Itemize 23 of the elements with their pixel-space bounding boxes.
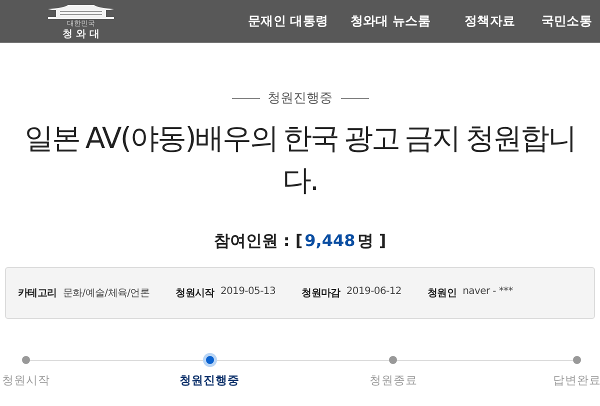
participants-count: 9,448	[304, 231, 356, 250]
nav-link[interactable]: 정책자료	[464, 12, 516, 30]
info-label: 청원마감	[302, 287, 340, 300]
step-label: 청원시작	[2, 373, 50, 388]
info-label: 카테고리	[18, 287, 57, 300]
status-label: 청원진행중	[268, 90, 332, 107]
nav-link[interactable]: 청와대 뉴스룸	[350, 12, 431, 30]
step-label: 답변완료	[552, 373, 600, 388]
participants-label: 참여인원 : [	[214, 231, 303, 250]
step-label: 청원종료	[369, 373, 418, 388]
info-value: naver - ***	[462, 286, 513, 299]
info-label: 청원시작	[176, 287, 214, 300]
info-label: 청원인	[428, 287, 457, 300]
participants-unit: 명 ]	[357, 231, 386, 250]
info-value: 문화/예술/체육/언론	[62, 287, 150, 300]
info-value: 2019-06-12	[346, 286, 402, 299]
step-label: 청원진행중	[180, 373, 240, 388]
petition-title: 일본 AV(야동)배우의 한국 광고 금지 청원합니다.	[24, 120, 576, 199]
building-icon	[46, 2, 116, 18]
logo-text: 청 와 대	[62, 28, 100, 40]
nav-link[interactable]: 국민소통	[541, 12, 592, 30]
info-value: 2019-05-13	[220, 286, 276, 299]
nav-link[interactable]: 문재인 대통령	[248, 12, 328, 30]
